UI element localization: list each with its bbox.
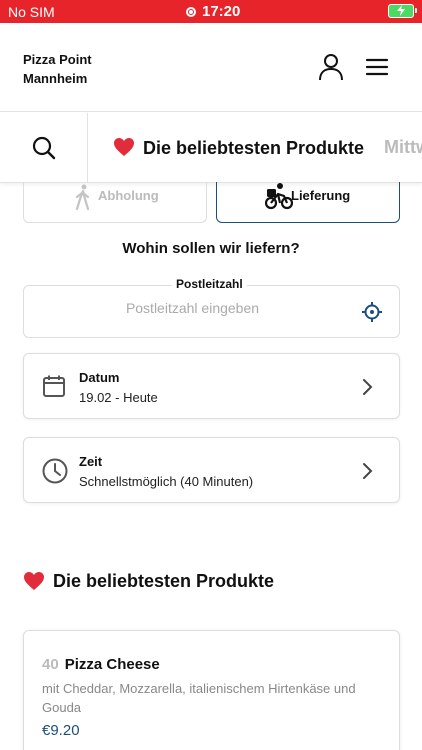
tab-popular-label: Die beliebtesten Produkte <box>143 138 365 158</box>
product-number: 40 <box>42 656 59 673</box>
popular-title-label: Die beliebtesten Produkte <box>53 571 275 591</box>
store-city-label: Mannheim <box>23 71 88 86</box>
tab-next-label: Mittw <box>384 137 422 157</box>
walking-icon <box>75 184 90 210</box>
carrier-label: No SIM <box>8 4 55 20</box>
zip-input[interactable] <box>25 300 360 316</box>
time-label: 17:20 <box>202 3 241 20</box>
calendar-icon <box>42 374 66 403</box>
delivery-option[interactable]: Lieferung <box>216 182 400 223</box>
locate-icon[interactable] <box>361 301 383 328</box>
status-time: 17:20 <box>186 3 240 20</box>
bicycle-icon <box>265 183 293 210</box>
tab-popular-products[interactable]: Die beliebtesten Produkte <box>113 137 364 159</box>
tab-next-category[interactable]: Mittw <box>384 137 422 158</box>
search-icon <box>32 136 56 160</box>
search-button[interactable] <box>0 113 88 182</box>
date-value: 19.02 - Heute <box>79 390 158 405</box>
time-value: Schnellstmöglich (40 Minuten) <box>79 474 254 489</box>
menu-icon[interactable] <box>365 58 389 81</box>
product-card[interactable]: 40 Pizza Cheese mit Cheddar, Mozzarella, … <box>23 630 400 750</box>
pickup-option[interactable]: Abholung <box>23 182 207 223</box>
popular-section-title: Die beliebtesten Produkte <box>23 571 274 592</box>
date-label: Datum <box>79 370 120 385</box>
product-heading: 40 Pizza Cheese <box>42 656 160 673</box>
heart-icon <box>114 138 134 156</box>
category-tabs: Die beliebtesten Produkte Mittw <box>0 113 422 183</box>
record-icon <box>186 6 196 17</box>
product-name: Pizza Cheese <box>64 656 160 673</box>
store-name[interactable]: Pizza Point Mannheim <box>23 50 92 88</box>
zip-label: Postleitzahl <box>172 277 247 291</box>
pickup-label: Abholung <box>98 188 159 203</box>
chevron-right-icon <box>361 378 373 401</box>
status-bar: No SIM 17:20 <box>0 0 422 23</box>
app-header: Pizza Point Mannheim <box>0 23 422 112</box>
product-price: €9.20 <box>42 722 80 739</box>
delivery-question: Wohin sollen wir liefern? <box>122 240 300 257</box>
heart-icon <box>24 572 44 590</box>
user-icon[interactable] <box>318 53 344 86</box>
store-name-label: Pizza Point <box>23 52 92 67</box>
zip-field[interactable]: Postleitzahl <box>23 277 400 338</box>
time-label: Zeit <box>79 454 103 469</box>
product-description: mit Cheddar, Mozzarella, italienischem H… <box>42 681 356 715</box>
delivery-label: Lieferung <box>291 188 351 203</box>
chevron-right-icon <box>361 462 373 485</box>
time-selector[interactable]: Zeit Schnellstmöglich (40 Minuten) <box>23 437 400 503</box>
clock-icon <box>42 458 68 489</box>
battery-icon <box>388 4 417 18</box>
date-selector[interactable]: Datum 19.02 - Heute <box>23 353 400 419</box>
